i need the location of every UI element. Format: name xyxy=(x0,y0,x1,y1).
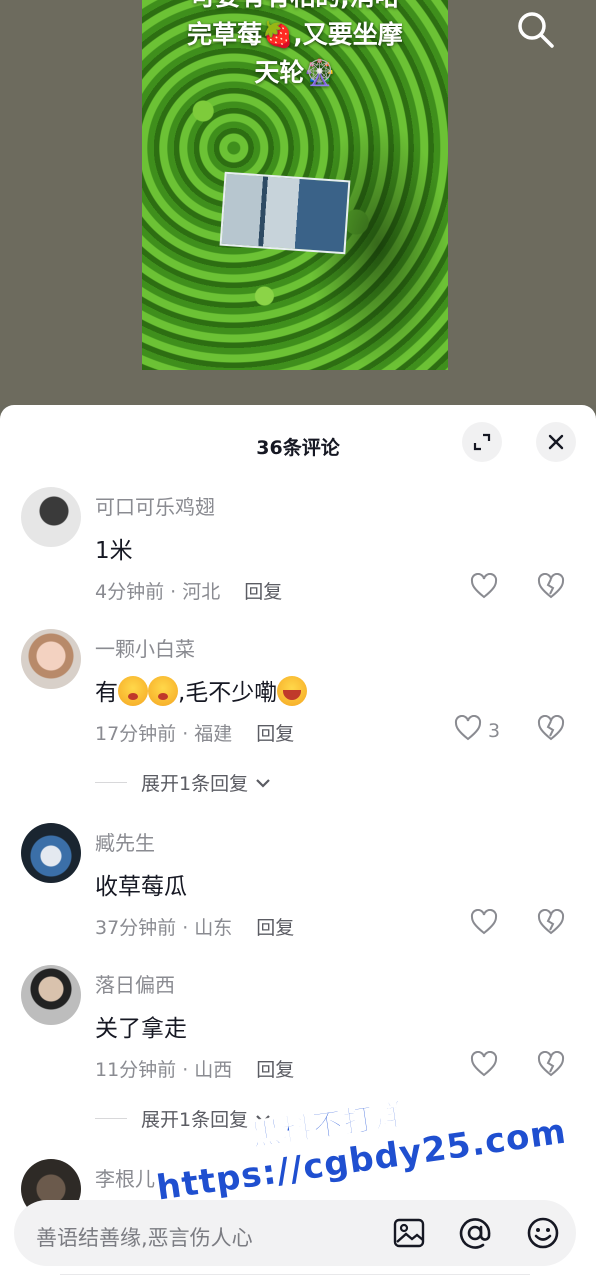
at-icon[interactable] xyxy=(456,1214,494,1252)
bottom-divider xyxy=(60,1274,530,1280)
like-button[interactable]: 3 xyxy=(454,714,501,746)
comment-input[interactable]: 善语结善缘,恶言伤人心 xyxy=(14,1200,576,1266)
avatar[interactable] xyxy=(21,965,81,1025)
comment-meta: 17分钟前 · 福建 回复 xyxy=(95,723,295,745)
broken-heart-icon[interactable] xyxy=(537,572,565,603)
comment-meta: 4分钟前 · 河北 回复 xyxy=(95,581,283,603)
emoji-icon[interactable] xyxy=(524,1214,562,1252)
comment-username[interactable]: 落日偏西 xyxy=(95,969,175,998)
like-count: 3 xyxy=(488,719,501,742)
video-caption: 可要有有相的,消哈 完草莓🍓,又要坐摩 天轮🎡 xyxy=(187,0,403,87)
expand-replies-button[interactable]: 展开1条回复 xyxy=(95,769,272,796)
comment-username[interactable]: 李根儿 xyxy=(95,1163,155,1192)
avatar[interactable] xyxy=(21,629,81,689)
broken-heart-icon[interactable] xyxy=(537,1050,565,1081)
expand-icon[interactable] xyxy=(462,422,502,462)
reply-button[interactable]: 回复 xyxy=(256,1059,294,1081)
avatar[interactable] xyxy=(21,823,81,883)
expand-replies-button[interactable]: 展开1条回复 xyxy=(95,1105,272,1132)
comment-meta: 37分钟前 · 山东 回复 xyxy=(95,917,295,939)
video-photo-overlay xyxy=(219,171,351,255)
comment-input-placeholder: 善语结善缘,恶言伤人心 xyxy=(36,1226,253,1250)
comment-meta: 11分钟前 · 山西 回复 xyxy=(95,1059,295,1081)
broken-heart-icon[interactable] xyxy=(537,908,565,939)
heart-icon xyxy=(454,714,482,746)
like-button[interactable] xyxy=(470,1050,498,1082)
comment-text: 1米 xyxy=(95,538,133,564)
chevron-down-icon xyxy=(254,772,272,794)
crying-emoji-icon xyxy=(118,676,148,706)
comment-text: 收草莓瓜 xyxy=(95,874,187,900)
comment-username[interactable]: 臧先生 xyxy=(95,827,155,856)
like-button[interactable] xyxy=(470,908,498,940)
comment-text: 有 ,毛不少嘞 xyxy=(95,673,308,707)
comment-text: 关了拿走 xyxy=(95,1016,187,1042)
comment-username[interactable]: 一颗小白菜 xyxy=(95,633,195,662)
video-player[interactable]: 可要有有相的,消哈 完草莓🍓,又要坐摩 天轮🎡 xyxy=(0,0,596,405)
reply-button[interactable]: 回复 xyxy=(256,723,294,745)
comment-count-title: 36条评论 xyxy=(256,437,340,459)
reply-button[interactable]: 回复 xyxy=(244,581,282,603)
like-button[interactable] xyxy=(470,572,498,604)
search-icon[interactable] xyxy=(514,8,556,50)
close-icon[interactable] xyxy=(536,422,576,462)
reply-button[interactable]: 回复 xyxy=(256,917,294,939)
laughing-emoji-icon xyxy=(277,676,308,706)
comment-username[interactable]: 可口可乐鸡翅 xyxy=(95,491,215,520)
broken-heart-icon[interactable] xyxy=(537,714,565,745)
crying-emoji-icon xyxy=(148,676,178,706)
heart-icon xyxy=(470,1050,498,1082)
heart-icon xyxy=(470,908,498,940)
image-icon[interactable] xyxy=(390,1214,428,1252)
heart-icon xyxy=(470,572,498,604)
avatar[interactable] xyxy=(21,487,81,547)
